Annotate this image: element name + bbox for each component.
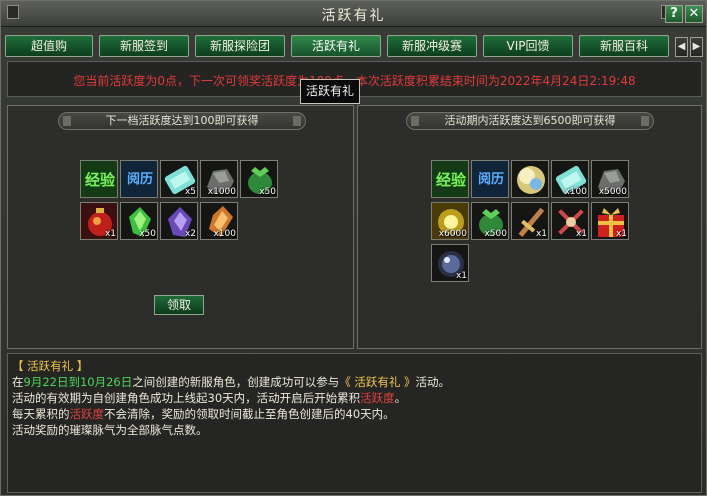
reward-slot[interactable]: x6000 [431,202,469,240]
reward-quantity: x1 [575,229,587,239]
final-tier-header: 活动期内活跃度达到6500即可获得 [406,112,654,130]
reward-quantity: x1 [104,229,116,239]
reward-slot[interactable]: x5000 [591,160,629,198]
reward-quantity: x50 [139,229,156,239]
reward-quantity: x1 [535,229,547,239]
reward-quantity: x500 [484,229,507,239]
activity-description: 【 活跃有礼 】 在9月22日到10月26日之间创建的新服角色，创建成功可以参与… [7,353,702,493]
tab-bar: 超值购 新服签到 新服探险团 活跃有礼 新服冲级赛 VIP回馈 新服百科 ◀ ▶ [3,35,706,59]
header-cap-icon [63,116,71,126]
reward-quantity: x5000 [598,187,627,197]
reward-quantity: x2 [184,229,196,239]
reward-slot[interactable]: x5 [160,160,198,198]
reward-slot[interactable]: 阅历 [120,160,158,198]
reward-slot[interactable]: 经验 [431,160,469,198]
reward-slot[interactable]: x1 [511,202,549,240]
final-tier-reward-panel: 活动期内活跃度达到6500即可获得 经验 阅历 x100 x5000 x6000 [357,105,702,349]
reward-quantity: x1 [455,271,467,281]
description-line: 在9月22日到10月26日之间创建的新服角色，创建成功可以参与《 活跃有礼 》活… [12,374,697,390]
tab-new-server-expedition[interactable]: 新服探险团 [195,35,285,57]
tab-new-server-wiki[interactable]: 新服百科 [579,35,669,57]
reward-quantity: x100 [564,187,587,197]
window-title: 活跃有礼 [321,8,386,24]
reward-quantity: x1000 [207,187,236,197]
claim-button[interactable]: 领取 [154,295,204,315]
help-button[interactable]: ? [665,5,683,23]
description-date-range: 9月22日到10月26日 [23,375,133,389]
reward-slot[interactable]: x50 [120,202,158,240]
tab-tooltip: 活跃有礼 [300,79,360,104]
reward-slot[interactable]: x1000 [200,160,238,198]
header-cap-icon [293,116,301,126]
tab-activity-reward[interactable]: 活跃有礼 [291,35,381,57]
next-tier-reward-panel: 下一档活跃度达到100即可获得 经验 阅历 x5 x1000 x50 x1 x5… [7,105,354,349]
tab-vip-feedback[interactable]: VIP回馈 [483,35,573,57]
spirit-orb-icon [517,166,545,194]
reward-quantity: x1 [615,229,627,239]
description-line: 活动的有效期为自创建角色成功上线起30天内，活动开启后开始累积活跃度。 [12,390,697,406]
description-text: 每天累积的 [12,407,70,421]
lingli-icon: 阅历 [126,172,153,187]
exp-icon: 经验 [435,171,466,189]
reward-quantity: x100 [213,229,236,239]
next-tier-header-text: 下一档活跃度达到100即可获得 [105,114,259,127]
reward-slot[interactable]: x2 [160,202,198,240]
tab-new-server-leveling[interactable]: 新服冲级赛 [387,35,477,57]
tab-super-value[interactable]: 超值购 [5,35,93,57]
final-tier-header-text: 活动期内活跃度达到6500即可获得 [444,114,616,127]
reward-slot[interactable]: 阅历 [471,160,509,198]
title-bar[interactable]: 活跃有礼 ? ✕ [1,1,706,27]
activity-reward-window: 活跃有礼 ? ✕ 超值购 新服签到 新服探险团 活跃有礼 新服冲级赛 VIP回馈… [0,0,707,496]
reward-quantity: x6000 [438,229,467,239]
close-button[interactable]: ✕ [685,5,703,23]
next-tier-header: 下一档活跃度达到100即可获得 [58,112,306,130]
description-text: 。 [394,391,407,405]
description-text: 不会清除，奖励的领取时间截止至角色创建后的40天内。 [104,407,395,421]
description-activity-points: 活跃度 [360,391,395,405]
reward-slot[interactable]: x100 [200,202,238,240]
tabs-next-arrow-icon[interactable]: ▶ [690,37,703,57]
reward-slot[interactable]: x1 [551,202,589,240]
reward-slot[interactable]: x1 [431,244,469,282]
reward-slot[interactable] [511,160,549,198]
tabs-prev-arrow-icon[interactable]: ◀ [675,37,688,57]
description-activity-points: 活跃度 [69,407,105,421]
description-text: 之间创建的新服角色，创建成功可以参与 [132,375,340,389]
header-cap-icon [411,116,419,126]
description-text: 在 [12,375,24,389]
reward-slot[interactable]: x1 [591,202,629,240]
reward-slot[interactable]: x50 [240,160,278,198]
description-title: 【 活跃有礼 】 [12,359,89,373]
exp-icon: 经验 [84,171,115,189]
reward-slot[interactable]: x500 [471,202,509,240]
tab-new-server-signin[interactable]: 新服签到 [99,35,189,57]
description-text: 活动。 [415,375,451,389]
reward-slot[interactable]: x1 [80,202,118,240]
description-line: 活动奖励的璀璨脉气为全部脉气点数。 [12,423,208,437]
reward-quantity: x50 [259,187,276,197]
header-cap-icon [641,116,649,126]
reward-quantity: x5 [184,187,196,197]
description-text: 活动的有效期为自创建角色成功上线起30天内，活动开启后开始累积 [12,391,361,405]
description-activity-name: 《 活跃有礼 》 [339,375,416,389]
reward-slot[interactable]: x100 [551,160,589,198]
description-line: 每天累积的活跃度不会清除，奖励的领取时间截止至角色创建后的40天内。 [12,406,697,422]
lingli-icon: 阅历 [477,172,504,187]
reward-slot[interactable]: 经验 [80,160,118,198]
